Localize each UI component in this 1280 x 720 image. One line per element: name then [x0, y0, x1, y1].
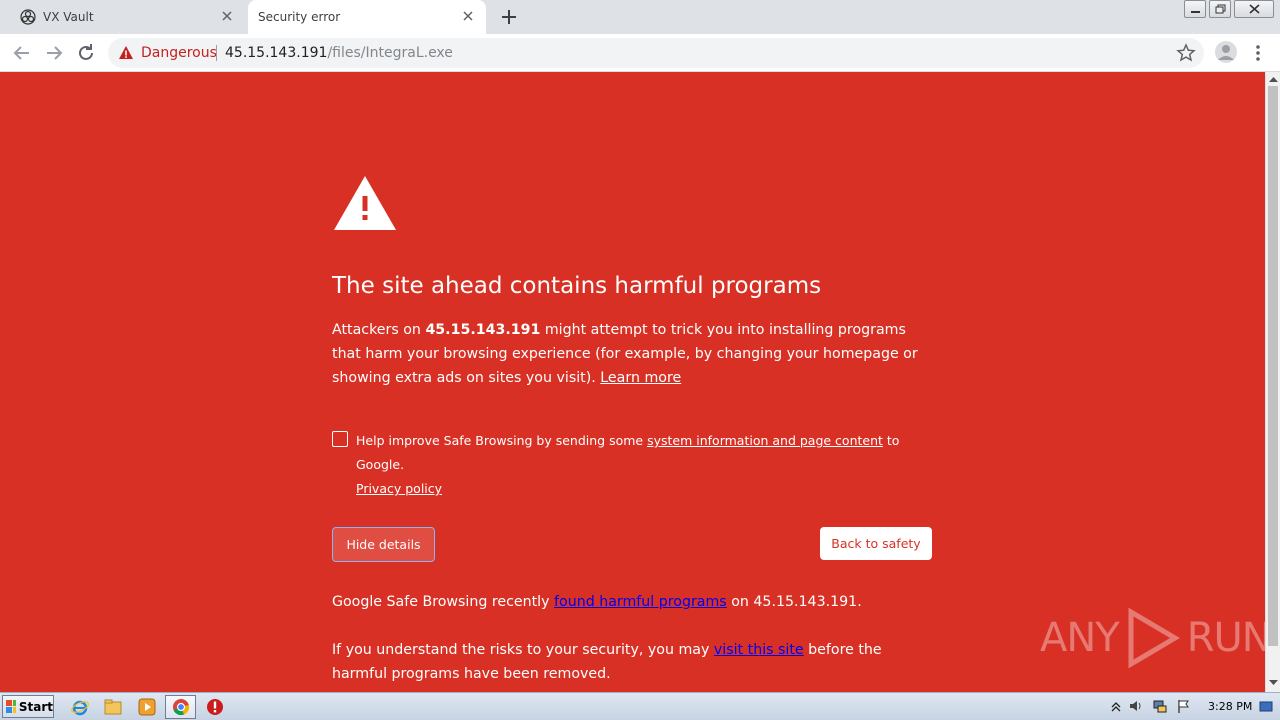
url-host: 45.15.143.191 — [225, 45, 328, 61]
browser-toolbar: Dangerous 45.15.143.191/files/IntegraL.e… — [0, 34, 1280, 72]
start-label: Start — [18, 699, 53, 714]
reload-icon[interactable] — [74, 41, 98, 65]
page-heading: The site ahead contains harmful programs — [332, 273, 822, 299]
opt-in-label: Help improve Safe Browsing by sending so… — [356, 429, 936, 501]
person-icon — [1218, 45, 1234, 60]
details-message: Google Safe Browsing recently found harm… — [332, 594, 862, 610]
tab-title: VX Vault — [43, 10, 94, 24]
risk-text: If you understand the risks to your secu… — [332, 642, 714, 658]
taskbar-clock[interactable]: 3:28 PM — [1208, 700, 1252, 713]
restore-button[interactable] — [1209, 0, 1231, 18]
scroll-up-arrow-icon[interactable] — [1269, 75, 1278, 84]
details-text: Google Safe Browsing recently — [332, 594, 555, 610]
found-harmful-programs-link[interactable]: found harmful programs — [554, 594, 727, 610]
bookmark-star-icon[interactable] — [1176, 43, 1196, 63]
address-bar[interactable]: Dangerous 45.15.143.191/files/IntegraL.e… — [108, 38, 1204, 68]
warning-triangle-icon — [119, 46, 133, 59]
volume-icon[interactable] — [1128, 698, 1144, 714]
back-arrow-icon[interactable] — [10, 41, 34, 65]
close-tab-icon[interactable] — [219, 8, 235, 24]
details-text: on 45.15.143.191. — [726, 594, 862, 610]
minimize-icon — [1191, 11, 1200, 13]
kebab-menu-icon[interactable] — [1252, 43, 1264, 63]
new-tab-plus-icon[interactable] — [499, 7, 519, 27]
network-icon[interactable] — [1152, 698, 1168, 714]
watermark-text-left: ANY — [1040, 615, 1120, 661]
visit-this-site-link[interactable]: visit this site — [714, 642, 804, 658]
close-window-icon — [1249, 4, 1260, 14]
scroll-thumb[interactable] — [1268, 86, 1278, 646]
url-path: /files/IntegraL.exe — [327, 45, 453, 61]
learn-more-link[interactable]: Learn more — [600, 370, 681, 386]
close-tab-icon[interactable] — [460, 8, 476, 24]
show-hidden-icons-icon[interactable] — [1108, 698, 1124, 714]
tab-vx-vault[interactable]: VX Vault — [8, 0, 245, 34]
windows-taskbar: Start 3:28 PM — [0, 692, 1280, 720]
message-host: 45.15.143.191 — [425, 322, 541, 338]
biohazard-icon — [20, 9, 36, 25]
message-text: Attackers on — [332, 322, 426, 338]
action-center-flag-icon[interactable] — [1176, 698, 1192, 714]
file-explorer-icon[interactable] — [103, 697, 123, 717]
security-chip-label[interactable]: Dangerous — [141, 45, 217, 61]
media-player-icon[interactable] — [137, 697, 157, 717]
anyrun-watermark: ANY RUN — [1040, 608, 1272, 668]
warning-triangle-icon — [334, 176, 396, 230]
tab-strip: VX Vault Security error — [0, 0, 1280, 34]
close-window-button[interactable] — [1234, 0, 1274, 18]
tab-security-error[interactable]: Security error — [248, 0, 486, 34]
start-button[interactable]: Start — [2, 695, 54, 718]
interstitial-page: The site ahead contains harmful programs… — [0, 72, 1272, 692]
show-desktop-icon[interactable] — [1258, 698, 1274, 714]
forward-arrow-icon[interactable] — [42, 41, 66, 65]
vertical-scrollbar[interactable] — [1265, 72, 1280, 692]
omnibox-separator — [216, 45, 217, 61]
internet-explorer-icon[interactable] — [70, 697, 90, 717]
back-to-safety-button[interactable]: Back to safety — [820, 527, 932, 560]
restore-icon — [1215, 4, 1226, 14]
scroll-down-arrow-icon[interactable] — [1269, 678, 1278, 687]
tab-title: Security error — [258, 10, 341, 24]
windows-logo-icon — [6, 699, 16, 713]
hide-details-button[interactable]: Hide details — [332, 527, 435, 562]
minimize-button[interactable] — [1184, 0, 1206, 18]
play-logo-icon — [1128, 608, 1180, 668]
privacy-policy-link[interactable]: Privacy policy — [356, 481, 442, 496]
system-info-link[interactable]: system information and page content — [647, 433, 883, 448]
opt-in-text: Help improve Safe Browsing by sending so… — [356, 433, 648, 448]
chrome-icon — [173, 699, 190, 716]
safe-browsing-opt-in-checkbox[interactable] — [332, 431, 348, 447]
chrome-taskbar-button[interactable] — [165, 695, 196, 719]
risk-message: If you understand the risks to your secu… — [332, 638, 932, 686]
stop-sign-icon[interactable] — [205, 697, 225, 717]
main-message: Attackers on 45.15.143.191 might attempt… — [332, 318, 932, 390]
url-text[interactable]: 45.15.143.191/files/IntegraL.exe — [225, 45, 453, 61]
watermark-text-right: RUN — [1186, 615, 1272, 661]
profile-avatar[interactable] — [1215, 41, 1237, 63]
